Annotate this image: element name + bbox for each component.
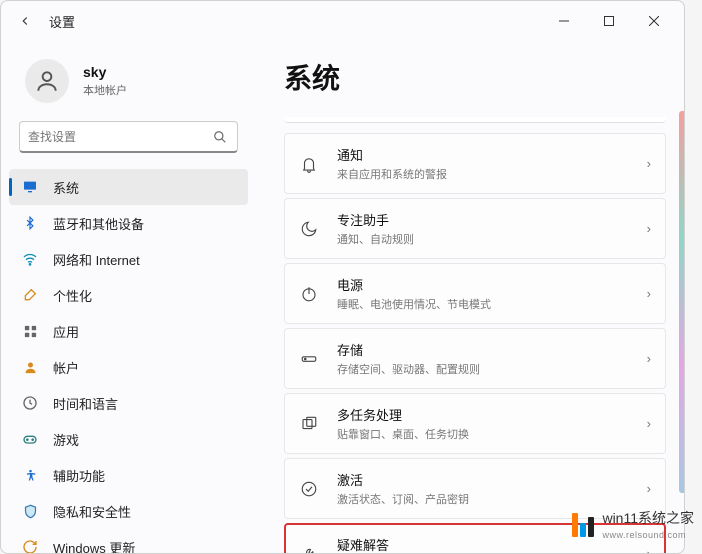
- sidebar-item-personalization[interactable]: 个性化: [9, 277, 248, 313]
- content: sky 本地帐户 系统: [1, 41, 684, 553]
- watermark-sub: www.relsound.com: [602, 530, 694, 540]
- minimize-button[interactable]: [541, 5, 586, 37]
- card-subtitle: 存储空间、驱动器、配置规则: [337, 361, 629, 377]
- watermark-logo: [572, 511, 594, 537]
- search-input[interactable]: [28, 130, 213, 144]
- sidebar-item-label: 隐私和安全性: [53, 502, 131, 521]
- chevron-right-icon: ›: [647, 416, 651, 431]
- close-button[interactable]: [631, 5, 676, 37]
- sidebar-item-label: 网络和 Internet: [53, 250, 140, 269]
- multitask-icon: [299, 414, 319, 434]
- sidebar-item-accessibility[interactable]: 辅助功能: [9, 457, 248, 493]
- paintbrush-icon: [21, 286, 39, 304]
- window-title: 设置: [49, 12, 75, 31]
- sidebar: sky 本地帐户 系统: [1, 41, 256, 553]
- search-box[interactable]: [19, 121, 238, 153]
- avatar: [25, 59, 69, 103]
- search-icon: [213, 130, 229, 144]
- wrench-icon: [299, 544, 319, 554]
- sidebar-item-update[interactable]: Windows 更新: [9, 529, 248, 553]
- maximize-button[interactable]: [586, 5, 631, 37]
- card-focus-assist[interactable]: 专注助手 通知、自动规则 ›: [284, 198, 666, 259]
- game-icon: [21, 430, 39, 448]
- nav: 系统 蓝牙和其他设备 网络和 Internet: [1, 165, 256, 553]
- chevron-right-icon: ›: [647, 156, 651, 171]
- chevron-right-icon: ›: [647, 221, 651, 236]
- card-title: 激活: [337, 470, 629, 489]
- card-subtitle: 睡眠、电池使用情况、节电模式: [337, 296, 629, 312]
- apps-icon: [21, 322, 39, 340]
- power-icon: [299, 284, 319, 304]
- accessibility-icon: [21, 466, 39, 484]
- sidebar-item-label: 系统: [53, 178, 79, 197]
- chevron-right-icon: ›: [647, 286, 651, 301]
- card-notifications[interactable]: 通知 来自应用和系统的警报 ›: [284, 133, 666, 194]
- bluetooth-icon: [21, 214, 39, 232]
- back-button[interactable]: [9, 5, 41, 37]
- main-panel: 系统 通知 来自应用和系统的警报 ›: [256, 41, 684, 553]
- window-controls: [541, 5, 676, 37]
- watermark-text: win11系统之家: [602, 508, 694, 528]
- sidebar-item-apps[interactable]: 应用: [9, 313, 248, 349]
- sidebar-item-label: 蓝牙和其他设备: [53, 214, 144, 233]
- card-title: 多任务处理: [337, 405, 629, 424]
- card-title: 电源: [337, 275, 629, 294]
- watermark: win11系统之家 www.relsound.com: [572, 508, 694, 540]
- sidebar-item-gaming[interactable]: 游戏: [9, 421, 248, 457]
- wifi-icon: [21, 250, 39, 268]
- update-icon: [21, 538, 39, 553]
- sidebar-item-system[interactable]: 系统: [9, 169, 248, 205]
- sidebar-item-label: 应用: [53, 322, 79, 341]
- settings-window: 设置 sky 本地帐户: [0, 0, 685, 554]
- sidebar-item-time-language[interactable]: 时间和语言: [9, 385, 248, 421]
- page-title: 系统: [284, 57, 666, 97]
- moon-icon: [299, 219, 319, 239]
- monitor-icon: [21, 178, 39, 196]
- sidebar-item-accounts[interactable]: 帐户: [9, 349, 248, 385]
- sidebar-item-label: 个性化: [53, 286, 92, 305]
- bell-icon: [299, 154, 319, 174]
- decorative-strip: [679, 111, 684, 493]
- chevron-right-icon: ›: [647, 481, 651, 496]
- sidebar-item-privacy[interactable]: 隐私和安全性: [9, 493, 248, 529]
- sidebar-item-bluetooth[interactable]: 蓝牙和其他设备: [9, 205, 248, 241]
- sidebar-item-label: 辅助功能: [53, 466, 105, 485]
- card-title: 存储: [337, 340, 629, 359]
- partial-card-edge: [284, 117, 666, 123]
- person-icon: [21, 358, 39, 376]
- clock-language-icon: [21, 394, 39, 412]
- card-subtitle: 激活状态、订阅、产品密钥: [337, 491, 629, 507]
- search-wrap: [1, 121, 256, 165]
- chevron-right-icon: ›: [647, 546, 651, 553]
- titlebar: 设置: [1, 1, 684, 41]
- card-multitasking[interactable]: 多任务处理 贴靠窗口、桌面、任务切换 ›: [284, 393, 666, 454]
- shield-icon: [21, 502, 39, 520]
- sidebar-item-label: 游戏: [53, 430, 79, 449]
- sidebar-item-label: 帐户: [53, 358, 79, 377]
- user-subtitle: 本地帐户: [83, 82, 127, 98]
- card-subtitle: 通知、自动规则: [337, 231, 629, 247]
- sidebar-item-label: Windows 更新: [53, 538, 135, 554]
- storage-icon: [299, 349, 319, 369]
- card-subtitle: 贴靠窗口、桌面、任务切换: [337, 426, 629, 442]
- settings-cards: 通知 来自应用和系统的警报 › 专注助手 通知、自动规则 ›: [284, 133, 666, 553]
- check-circle-icon: [299, 479, 319, 499]
- card-storage[interactable]: 存储 存储空间、驱动器、配置规则 ›: [284, 328, 666, 389]
- user-block[interactable]: sky 本地帐户: [1, 49, 256, 121]
- user-name: sky: [83, 64, 127, 80]
- card-power[interactable]: 电源 睡眠、电池使用情况、节电模式 ›: [284, 263, 666, 324]
- sidebar-item-network[interactable]: 网络和 Internet: [9, 241, 248, 277]
- card-title: 专注助手: [337, 210, 629, 229]
- card-title: 通知: [337, 145, 629, 164]
- sidebar-item-label: 时间和语言: [53, 394, 118, 413]
- card-subtitle: 来自应用和系统的警报: [337, 166, 629, 182]
- chevron-right-icon: ›: [647, 351, 651, 366]
